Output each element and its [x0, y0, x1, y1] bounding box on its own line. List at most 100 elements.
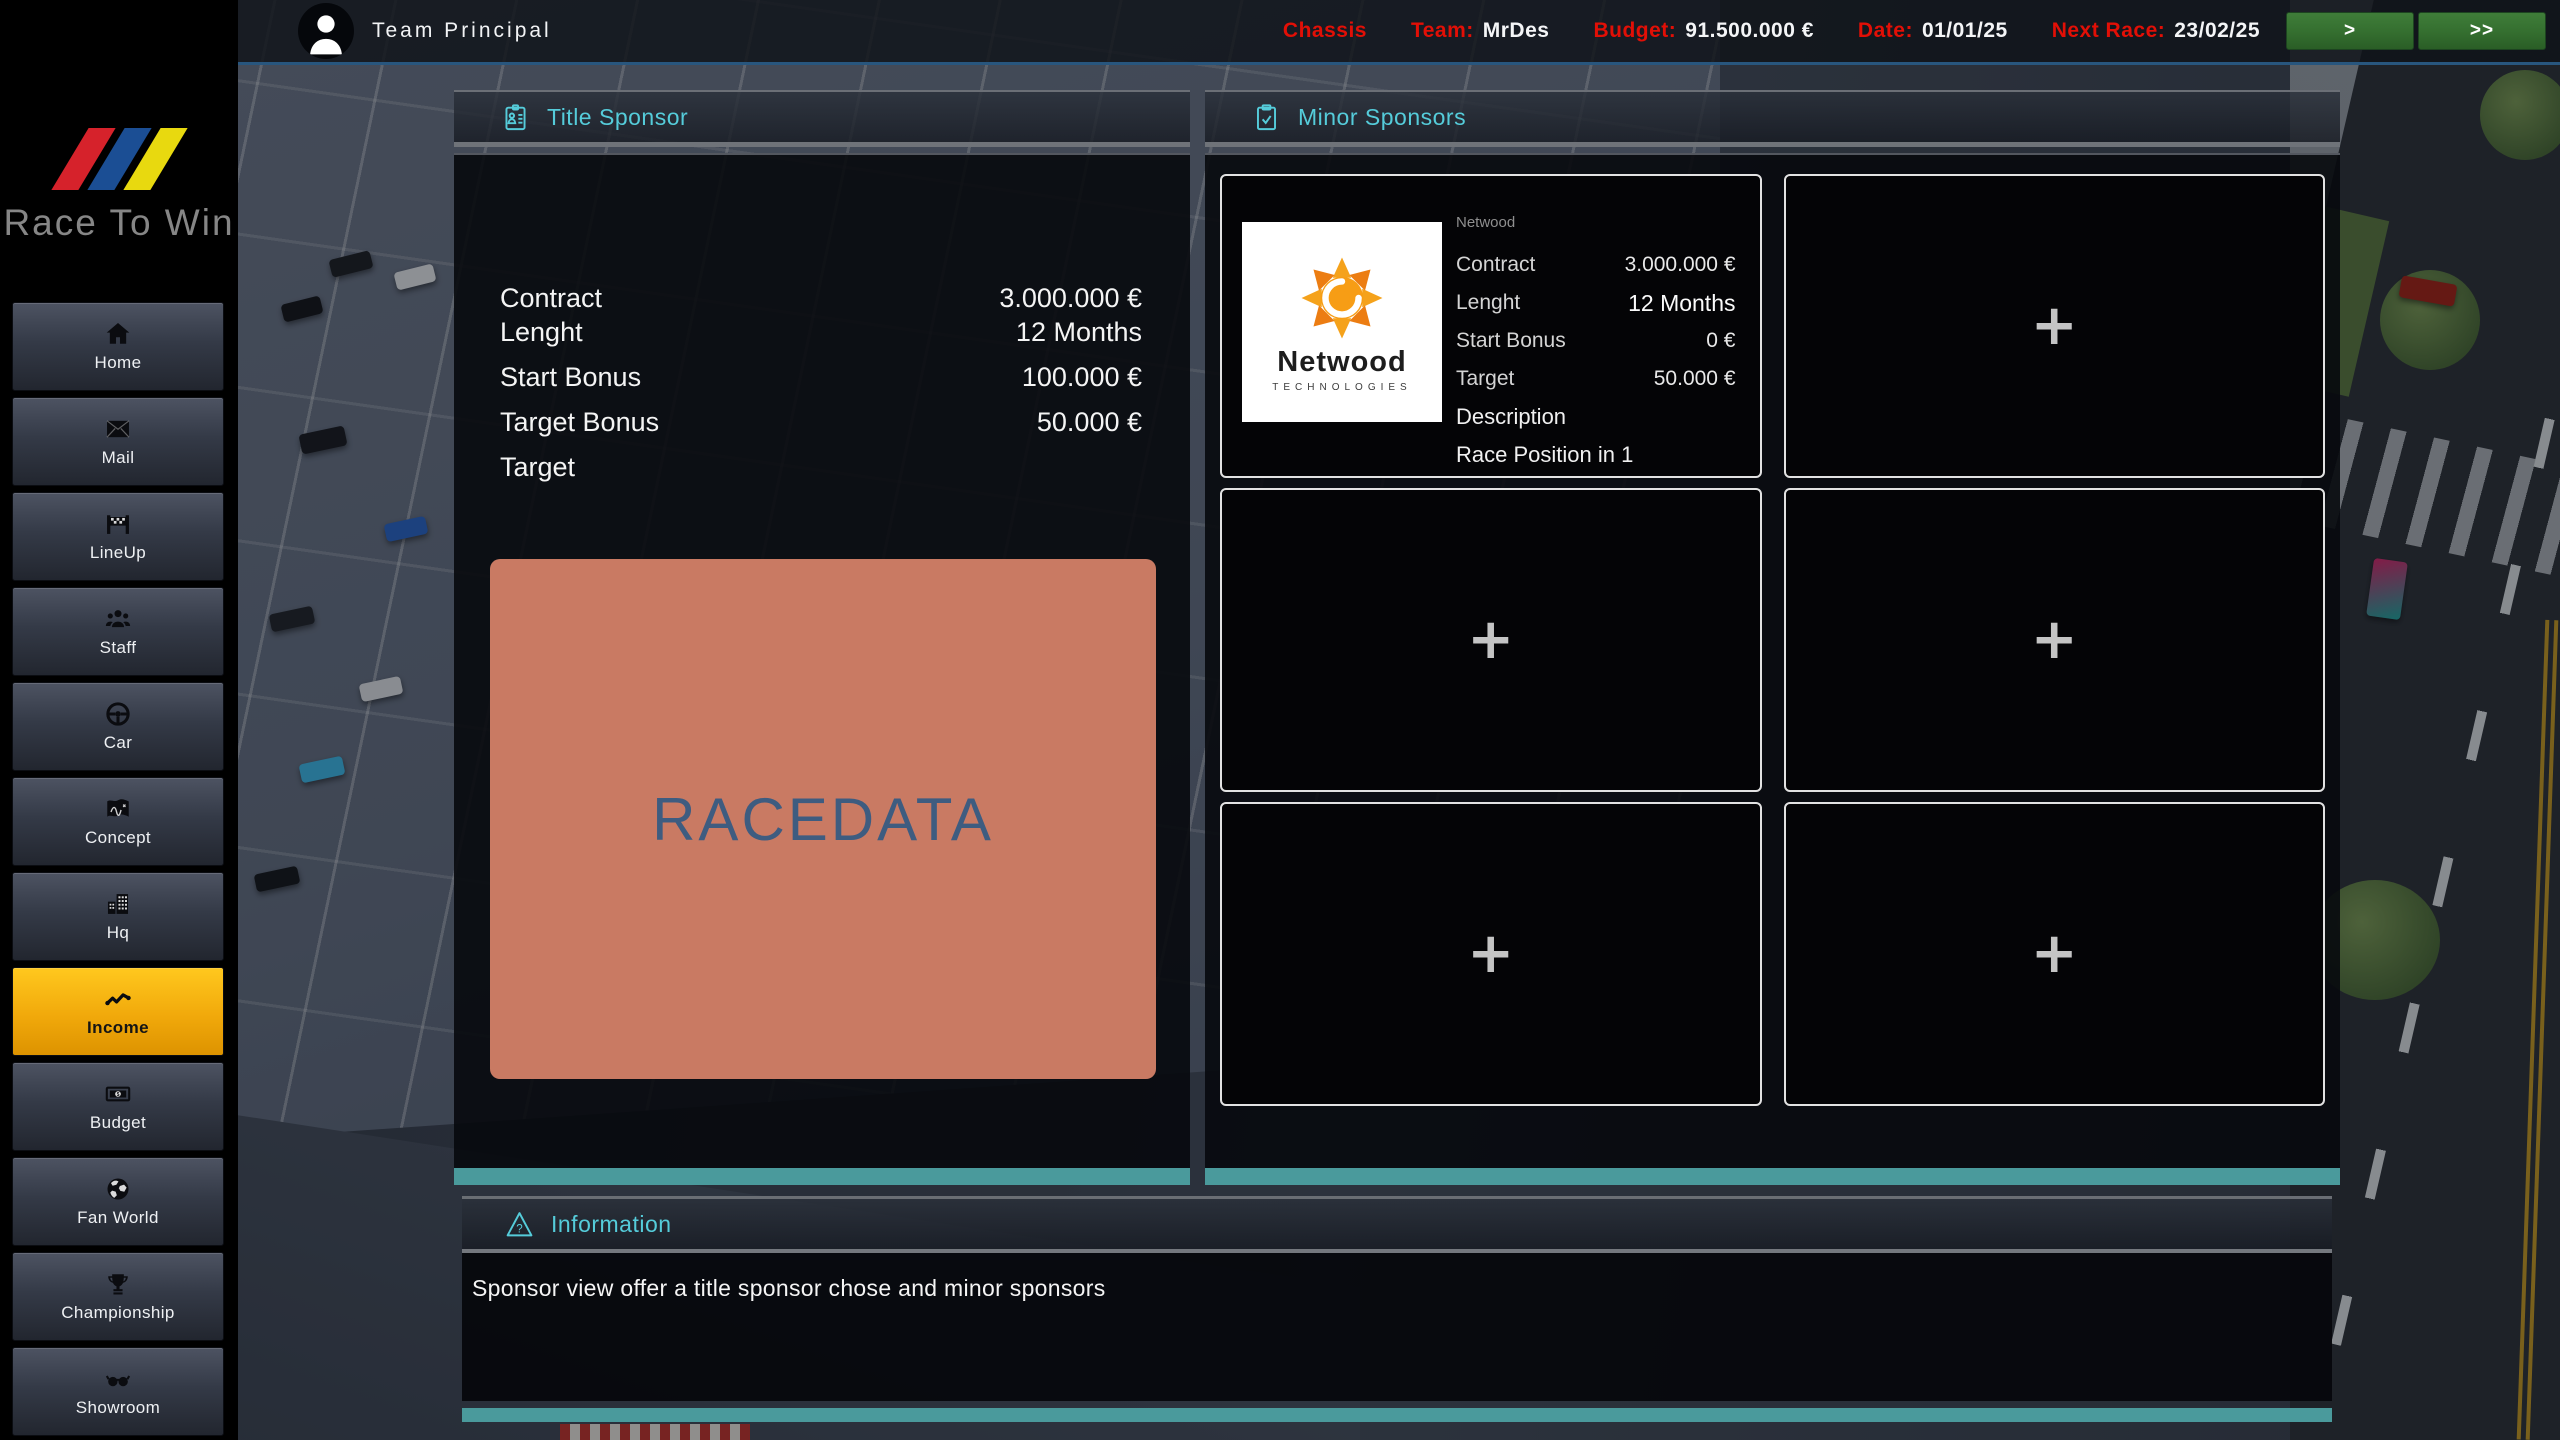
sidebar-item-label: Mail	[102, 448, 135, 468]
panel-body: Sponsor view offer a title sponsor chose…	[462, 1253, 2332, 1401]
mail-icon	[104, 415, 132, 443]
stat-value: MrDes	[1483, 19, 1550, 43]
sidebar-item-label: Fan World	[77, 1208, 159, 1228]
sidebar-item-championship[interactable]: Championship	[12, 1252, 224, 1341]
svg-text:$: $	[117, 1092, 120, 1098]
info-text: Sponsor view offer a title sponsor chose…	[462, 1253, 2332, 1302]
field-row: Lenght 12 Months	[500, 315, 1142, 349]
stat-label: Next Race:	[2052, 19, 2166, 43]
person-icon	[298, 3, 354, 59]
sidebar-item-label: Hq	[107, 923, 130, 943]
field-value: 50.000 €	[1037, 405, 1142, 439]
empty-sponsor-slot[interactable]: +	[1784, 802, 2326, 1106]
minor-sponsors-panel: Minor Sponsors	[1205, 90, 2340, 1168]
empty-sponsor-slot[interactable]: +	[1784, 488, 2326, 792]
panel-header: Minor Sponsors	[1205, 90, 2340, 147]
information-panel: ? Information Sponsor view offer a title…	[462, 1196, 2332, 1408]
sidebar-item-hq[interactable]: Hq	[12, 872, 224, 961]
field-value: 100.000 €	[1022, 360, 1142, 394]
id-badge-icon	[500, 102, 531, 133]
avatar[interactable]	[298, 3, 354, 59]
sidebar-item-home[interactable]: Home	[12, 302, 224, 391]
sponsor-card-netwood[interactable]: Netwood TECHNOLOGIES Netwood Contract 3.…	[1220, 174, 1762, 478]
brand-subtitle: TECHNOLOGIES	[1272, 382, 1411, 393]
plus-icon: +	[2031, 612, 2078, 668]
sidebar-item-label: Staff	[100, 638, 137, 658]
plus-icon: +	[1467, 612, 1514, 668]
stat-label: Date:	[1858, 19, 1913, 43]
panel-header: ? Information	[462, 1196, 2332, 1253]
sponsor-card-logo: Netwood TECHNOLOGIES	[1242, 222, 1442, 422]
time-advance-buttons: > >>	[2286, 12, 2546, 50]
field-row: Contract 3.000.000 €	[1456, 246, 1736, 284]
sidebar-item-label: Car	[104, 733, 133, 753]
warning-question-icon: ?	[504, 1209, 535, 1240]
field-row: Contract 3.000.000 €	[500, 281, 1142, 315]
sidebar-item-income[interactable]: Income	[12, 967, 224, 1056]
team-stat: Team: MrDes	[1411, 19, 1550, 43]
stat-value: 23/02/25	[2174, 19, 2260, 43]
empty-sponsor-slot[interactable]: +	[1220, 802, 1762, 1106]
app-logo: Race To Win	[0, 128, 238, 244]
blueprint-icon	[104, 795, 132, 823]
sidebar-item-showroom[interactable]: Showroom	[12, 1347, 224, 1436]
stat-label: Team:	[1411, 19, 1474, 43]
top-bar: Team Principal Chassis Team: MrDes Budge…	[238, 0, 2560, 65]
panel-title: Minor Sponsors	[1298, 104, 1466, 131]
parked-car	[298, 425, 347, 454]
sponsor-card-fields: Contract 3.000.000 € Lenght 12 Months St…	[1456, 246, 1736, 474]
panel-title: Information	[551, 1211, 672, 1238]
sidebar-item-mail[interactable]: Mail	[12, 397, 224, 486]
sponsor-name: Netwood	[1456, 214, 1515, 231]
sidebar-item-concept[interactable]: Concept	[12, 777, 224, 866]
field-label: Contract	[500, 281, 602, 315]
sidebar-item-lineup[interactable]: LineUp	[12, 492, 224, 581]
field-value: 0 €	[1706, 322, 1735, 360]
yellow-road-line	[2526, 620, 2559, 1440]
sidebar-item-staff[interactable]: Staff	[12, 587, 224, 676]
title-sponsor-logo-text: RACEDATA	[652, 785, 994, 854]
panel-body: Netwood TECHNOLOGIES Netwood Contract 3.…	[1205, 153, 2340, 1174]
parked-car	[384, 516, 429, 542]
clipboard-check-icon	[1251, 102, 1282, 133]
tree	[2380, 270, 2480, 370]
field-value: 12 Months	[1016, 315, 1142, 349]
sidebar-item-car[interactable]: Car	[12, 682, 224, 771]
budget-stat: Budget: 91.500.000 €	[1593, 19, 1813, 43]
striped-awning	[560, 1424, 750, 1440]
line-chart-icon	[104, 985, 132, 1013]
date-stat: Date: 01/01/25	[1858, 19, 2008, 43]
field-row: Target Bonus 50.000 €	[500, 405, 1142, 439]
brand-name: Netwood	[1277, 346, 1406, 379]
advance-button[interactable]: >	[2286, 12, 2414, 50]
people-icon	[104, 605, 132, 633]
sidebar-item-fan-world[interactable]: Fan World	[12, 1157, 224, 1246]
skip-button[interactable]: >>	[2418, 12, 2546, 50]
teal-divider	[462, 1408, 2332, 1422]
field-row: Start Bonus 100.000 €	[500, 360, 1142, 394]
billboard	[2366, 558, 2408, 620]
plus-icon: +	[2031, 298, 2078, 354]
logo-text: Race To Win	[0, 202, 238, 244]
empty-sponsor-slot[interactable]: +	[1784, 174, 2326, 478]
globe-icon	[104, 1175, 132, 1203]
empty-sponsor-slot[interactable]: +	[1220, 488, 1762, 792]
field-label: Target Bonus	[500, 405, 659, 439]
field-label: Contract	[1456, 246, 1535, 284]
field-row: Lenght 12 Months	[1456, 284, 1736, 322]
sidebar-item-label: Championship	[61, 1303, 174, 1323]
parked-car	[280, 295, 323, 322]
sidebar-item-budget[interactable]: $ Budget	[12, 1062, 224, 1151]
field-label: Lenght	[1456, 284, 1520, 322]
svg-text:?: ?	[516, 1222, 523, 1235]
sponsor-fields: Contract 3.000.000 € Lenght 12 Months St…	[454, 155, 1190, 484]
stat-label: Budget:	[1593, 19, 1676, 43]
tree	[2480, 70, 2560, 160]
profile-label: Team Principal	[372, 19, 552, 43]
sunglasses-icon	[104, 1365, 132, 1393]
field-label: Start Bonus	[500, 360, 641, 394]
parked-car	[299, 756, 346, 784]
title-sponsor-logo[interactable]: RACEDATA	[490, 559, 1156, 1079]
sun-icon	[1296, 252, 1388, 344]
top-bar-stats: Chassis Team: MrDes Budget: 91.500.000 €…	[1283, 12, 2546, 50]
